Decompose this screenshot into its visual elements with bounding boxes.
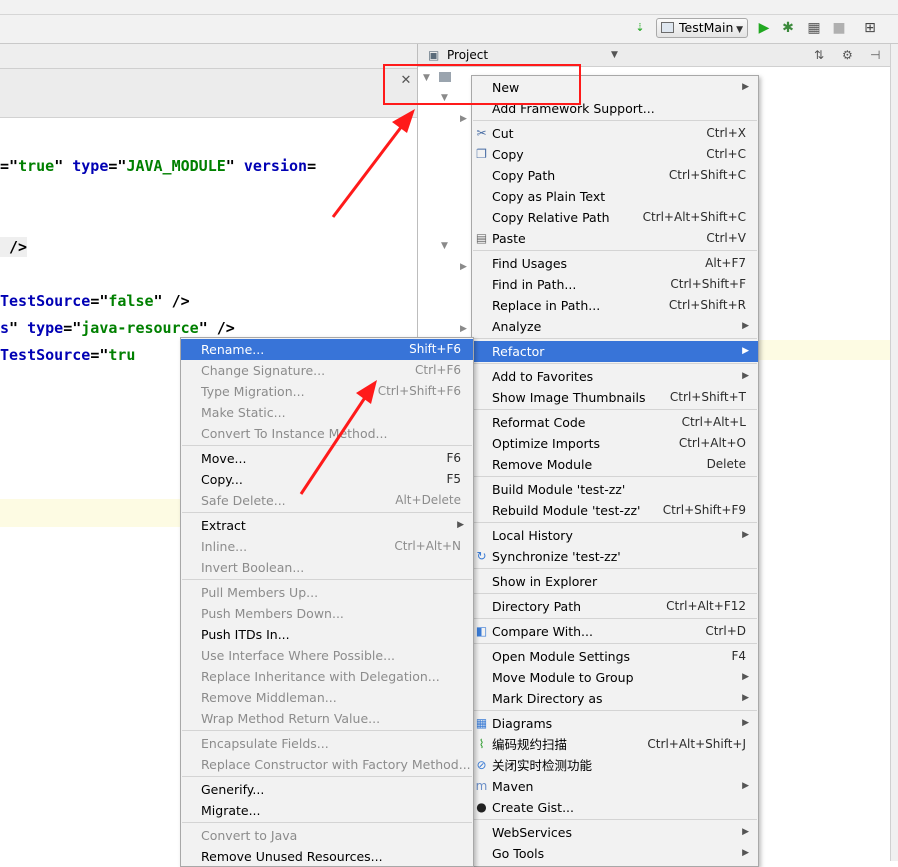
annotation-arrow bbox=[331, 109, 415, 218]
annotation-overlay bbox=[299, 109, 415, 495]
annotation-arrow bbox=[299, 380, 377, 495]
